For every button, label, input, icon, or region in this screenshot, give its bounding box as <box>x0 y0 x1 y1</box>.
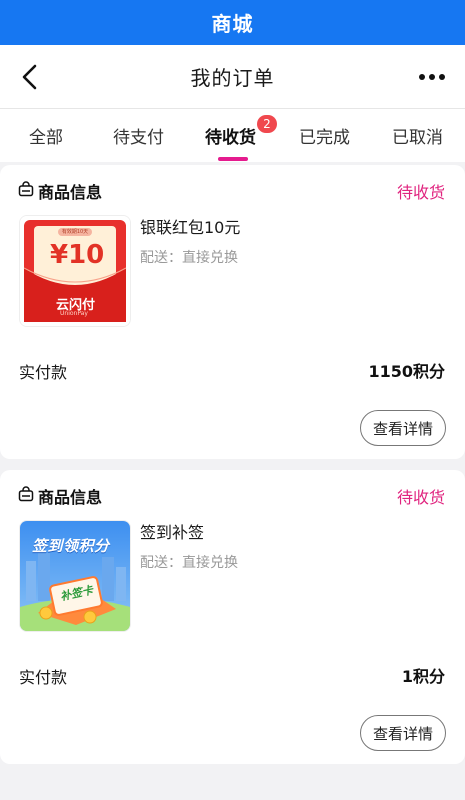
item-name[interactable]: 签到补签 <box>140 519 204 543</box>
item-delivery: 配送：直接兑换 <box>140 555 238 571</box>
shopping-bag-icon <box>18 181 34 197</box>
active-tab-indicator <box>218 157 248 161</box>
product-image-check-in[interactable]: 签到领积分 补签卡 <box>19 520 131 632</box>
button-label: 查看详情 <box>372 724 433 743</box>
thumb-headline: 签到领积分 <box>32 537 110 555</box>
thumb-brand-en: UnionPay <box>60 310 88 317</box>
order-status: 待收货 <box>396 488 445 507</box>
back-button[interactable] <box>18 63 44 91</box>
section-title: 商品信息 <box>38 183 103 202</box>
tab-label: 已完成 <box>299 128 350 148</box>
paid-value: 1积分 <box>401 667 445 686</box>
order-card: 商品信息 待收货 签到领积分 补签卡 签到补签 配送：直接兑换 实付款 1积分 <box>0 470 465 764</box>
page-title: 我的订单 <box>190 66 275 90</box>
tab-label: 已取消 <box>392 128 443 148</box>
tab-pending-receipt[interactable]: 待收货 <box>205 109 256 162</box>
paid-value: 1150积分 <box>368 362 445 381</box>
tab-cancelled[interactable]: 已取消 <box>392 109 443 162</box>
button-label: 查看详情 <box>372 419 433 438</box>
app-title: 商城 <box>211 12 254 36</box>
tab-label: 待收货 <box>205 128 256 148</box>
order-card: 商品信息 待收货 有效期10天 ¥10 云闪付 UnionPay 银联红包10元… <box>0 165 465 459</box>
thumb-tag: 有效期10天 <box>61 229 89 235</box>
tab-all[interactable]: 全部 <box>29 109 63 162</box>
tab-label: 待支付 <box>113 128 164 148</box>
item-delivery: 配送：直接兑换 <box>140 250 238 266</box>
nav-bar: 我的订单 <box>0 45 465 109</box>
tab-completed[interactable]: 已完成 <box>299 109 350 162</box>
item-name[interactable]: 银联红包10元 <box>140 214 240 238</box>
tab-pending-payment[interactable]: 待支付 <box>113 109 164 162</box>
view-details-button[interactable]: 查看详情 <box>360 410 446 446</box>
section-title: 商品信息 <box>38 488 103 507</box>
paid-label: 实付款 <box>19 363 68 382</box>
thumb-amount: ¥10 <box>50 240 105 270</box>
order-tabs: 全部 待支付 待收货 2 已完成 已取消 <box>0 109 465 162</box>
paid-label: 实付款 <box>19 668 68 687</box>
more-icon <box>419 74 445 80</box>
product-image-red-packet[interactable]: 有效期10天 ¥10 云闪付 UnionPay <box>19 215 131 327</box>
view-details-button[interactable]: 查看详情 <box>360 715 446 751</box>
back-arrow-icon <box>22 64 37 90</box>
order-status: 待收货 <box>396 183 445 202</box>
shopping-bag-icon <box>18 486 34 502</box>
more-button[interactable] <box>417 65 447 89</box>
tab-label: 全部 <box>29 128 63 148</box>
app-bar: 商城 <box>0 0 465 45</box>
tab-badge: 2 <box>257 115 277 133</box>
